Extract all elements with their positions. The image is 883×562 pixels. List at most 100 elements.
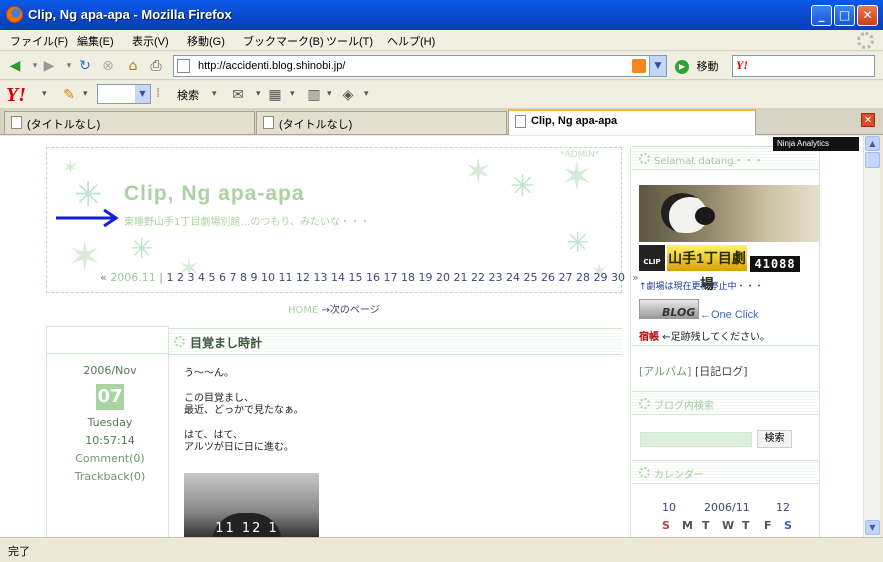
day-link[interactable]: 16 xyxy=(366,271,380,284)
day-link[interactable]: 3 xyxy=(187,271,194,284)
day-link[interactable]: 11 xyxy=(278,271,292,284)
url-bar[interactable]: http://accidenti.blog.shinobi.jp/ ▼ xyxy=(173,55,667,77)
prev-month-arrow[interactable]: « xyxy=(100,271,107,284)
day-link[interactable]: 8 xyxy=(240,271,247,284)
menu-help[interactable]: ヘルプ(H) xyxy=(387,33,435,49)
day-link[interactable]: 24 xyxy=(506,271,520,284)
yahoo-search-input[interactable]: ▼ xyxy=(97,84,151,104)
stop-icon[interactable]: ⊗ xyxy=(99,57,117,75)
menu-go[interactable]: 移動(G) xyxy=(187,33,225,49)
day-link[interactable]: 25 xyxy=(523,271,537,284)
search-engine-box[interactable]: Y! xyxy=(732,55,875,77)
body-line: はて、はて、 xyxy=(184,429,243,441)
calendar-next-month[interactable]: 12 xyxy=(776,501,790,514)
day-link[interactable]: 17 xyxy=(383,271,397,284)
yahoo-logo[interactable]: Y! xyxy=(6,84,26,107)
blog-search-input[interactable] xyxy=(640,432,752,447)
back-icon[interactable]: ◀ xyxy=(6,57,24,75)
home-icon[interactable]: ⌂ xyxy=(124,57,142,75)
window-title-bar[interactable]: Clip, Ng apa-apa - Mozilla Firefox _ □ ✕ xyxy=(0,0,883,30)
day-link[interactable]: 12 xyxy=(296,271,310,284)
alarm-clock-photo[interactable]: 11 12 1 xyxy=(184,473,319,537)
archive-month-link[interactable]: 2006.11 xyxy=(110,271,156,284)
print-icon[interactable]: ⎙ xyxy=(147,57,165,75)
day-link[interactable]: 30 xyxy=(611,271,625,284)
close-tab-button[interactable]: ✕ xyxy=(861,113,875,127)
home-link[interactable]: HOME xyxy=(288,305,318,316)
rss-icon[interactable] xyxy=(632,59,646,73)
scroll-down-icon[interactable]: ▼ xyxy=(865,520,880,535)
url-dropdown-icon[interactable]: ▼ xyxy=(649,56,666,76)
day-link[interactable]: 28 xyxy=(576,271,590,284)
welcome-text: Selamat datang・・・ xyxy=(654,156,764,167)
forward-icon[interactable]: ▶ xyxy=(40,57,58,75)
day-link[interactable]: 2 xyxy=(177,271,184,284)
yahoo-search-icon[interactable]: Y! xyxy=(736,58,748,73)
trackback-link[interactable]: Trackback(0) xyxy=(60,468,160,486)
close-window-button[interactable]: ✕ xyxy=(857,5,878,26)
tab-untitled-1[interactable]: (タイトルなし) xyxy=(4,111,255,134)
calendar-icon[interactable]: ▦ xyxy=(266,86,284,104)
day-link[interactable]: 14 xyxy=(331,271,345,284)
day-link[interactable]: 6 xyxy=(219,271,226,284)
next-page-link[interactable]: →次のページ xyxy=(322,305,380,316)
weekday-label: S xyxy=(784,519,792,532)
day-link[interactable]: 21 xyxy=(453,271,467,284)
pencil-icon[interactable]: ✎ xyxy=(60,86,78,104)
menu-bookmarks[interactable]: ブックマーク(B) xyxy=(243,33,324,49)
reload-icon[interactable]: ↻ xyxy=(76,57,94,75)
book-icon[interactable]: ▥ xyxy=(305,86,323,104)
maximize-button[interactable]: □ xyxy=(834,5,855,26)
day-link[interactable]: 4 xyxy=(198,271,205,284)
clip-theater-banner[interactable]: CLIP 山手1丁目劇場 xyxy=(639,245,749,292)
window-title: Clip, Ng apa-apa - Mozilla Firefox xyxy=(28,7,232,22)
day-link[interactable]: 5 xyxy=(208,271,215,284)
bookmark-tag-icon[interactable]: ◈ xyxy=(339,86,357,104)
scrollbar-thumb[interactable] xyxy=(865,152,880,168)
yahoo-search-dropdown-icon[interactable]: ▼ xyxy=(135,85,150,103)
day-link[interactable]: 22 xyxy=(471,271,485,284)
menu-tools[interactable]: ツール(T) xyxy=(326,33,373,49)
ninja-blog-banner[interactable]: BLOG xyxy=(639,299,699,319)
day-link[interactable]: 18 xyxy=(401,271,415,284)
menu-file[interactable]: ファイル(F) xyxy=(10,33,68,49)
day-link[interactable]: 19 xyxy=(418,271,432,284)
day-link[interactable]: 23 xyxy=(488,271,502,284)
day-link[interactable]: 9 xyxy=(250,271,257,284)
menu-view[interactable]: 表示(V) xyxy=(132,33,169,49)
go-button[interactable]: ▶ 移動 xyxy=(675,58,719,74)
calendar-prev-month[interactable]: 10 xyxy=(662,501,676,514)
tab-clip-ng-apa-apa[interactable]: Clip, Ng apa-apa xyxy=(508,109,756,135)
tab-label: (タイトルなし) xyxy=(27,119,101,131)
page-icon xyxy=(11,116,22,129)
diary-log-link[interactable]: [日記ログ] xyxy=(695,365,748,378)
guestbook-line: 宿帳 ←足跡残してください。 xyxy=(639,328,770,343)
day-link[interactable]: 7 xyxy=(229,271,236,284)
post-title[interactable]: 目覚まし時計 xyxy=(190,334,262,351)
day-link[interactable]: 26 xyxy=(541,271,555,284)
day-link[interactable]: 13 xyxy=(313,271,327,284)
day-link[interactable]: 29 xyxy=(593,271,607,284)
mail-icon[interactable]: ✉ xyxy=(229,86,247,104)
tab-untitled-2[interactable]: (タイトルなし) xyxy=(256,111,507,134)
scroll-up-icon[interactable]: ▲ xyxy=(865,136,880,151)
url-text[interactable]: http://accidenti.blog.shinobi.jp/ xyxy=(198,60,345,72)
day-link[interactable]: 20 xyxy=(436,271,450,284)
minimize-button[interactable]: _ xyxy=(811,5,832,26)
blog-title[interactable]: Clip, Ng apa-apa xyxy=(124,182,305,206)
day-link[interactable]: 27 xyxy=(558,271,572,284)
album-link[interactable]: [アルバム] xyxy=(639,365,691,378)
day-link[interactable]: 10 xyxy=(261,271,275,284)
menu-edit[interactable]: 編集(E) xyxy=(77,33,114,49)
blog-search-button[interactable]: 検索 xyxy=(757,430,792,448)
yahoo-search-button[interactable]: 検索 xyxy=(177,87,199,103)
comment-link[interactable]: Comment(0) xyxy=(60,450,160,468)
body-line: 最近、どっかで見たなぁ。 xyxy=(184,405,304,416)
day-link[interactable]: 15 xyxy=(348,271,362,284)
day-link[interactable]: 1 xyxy=(166,271,173,284)
admin-link[interactable]: *ADMIN* xyxy=(560,150,599,160)
guestbook-badge[interactable]: 宿帳 xyxy=(639,332,659,343)
vertical-scrollbar[interactable]: ▲ ▼ xyxy=(863,136,880,537)
dog-photo[interactable] xyxy=(639,185,819,242)
ninja-analytics-badge[interactable]: Ninja Analytics xyxy=(773,137,859,151)
